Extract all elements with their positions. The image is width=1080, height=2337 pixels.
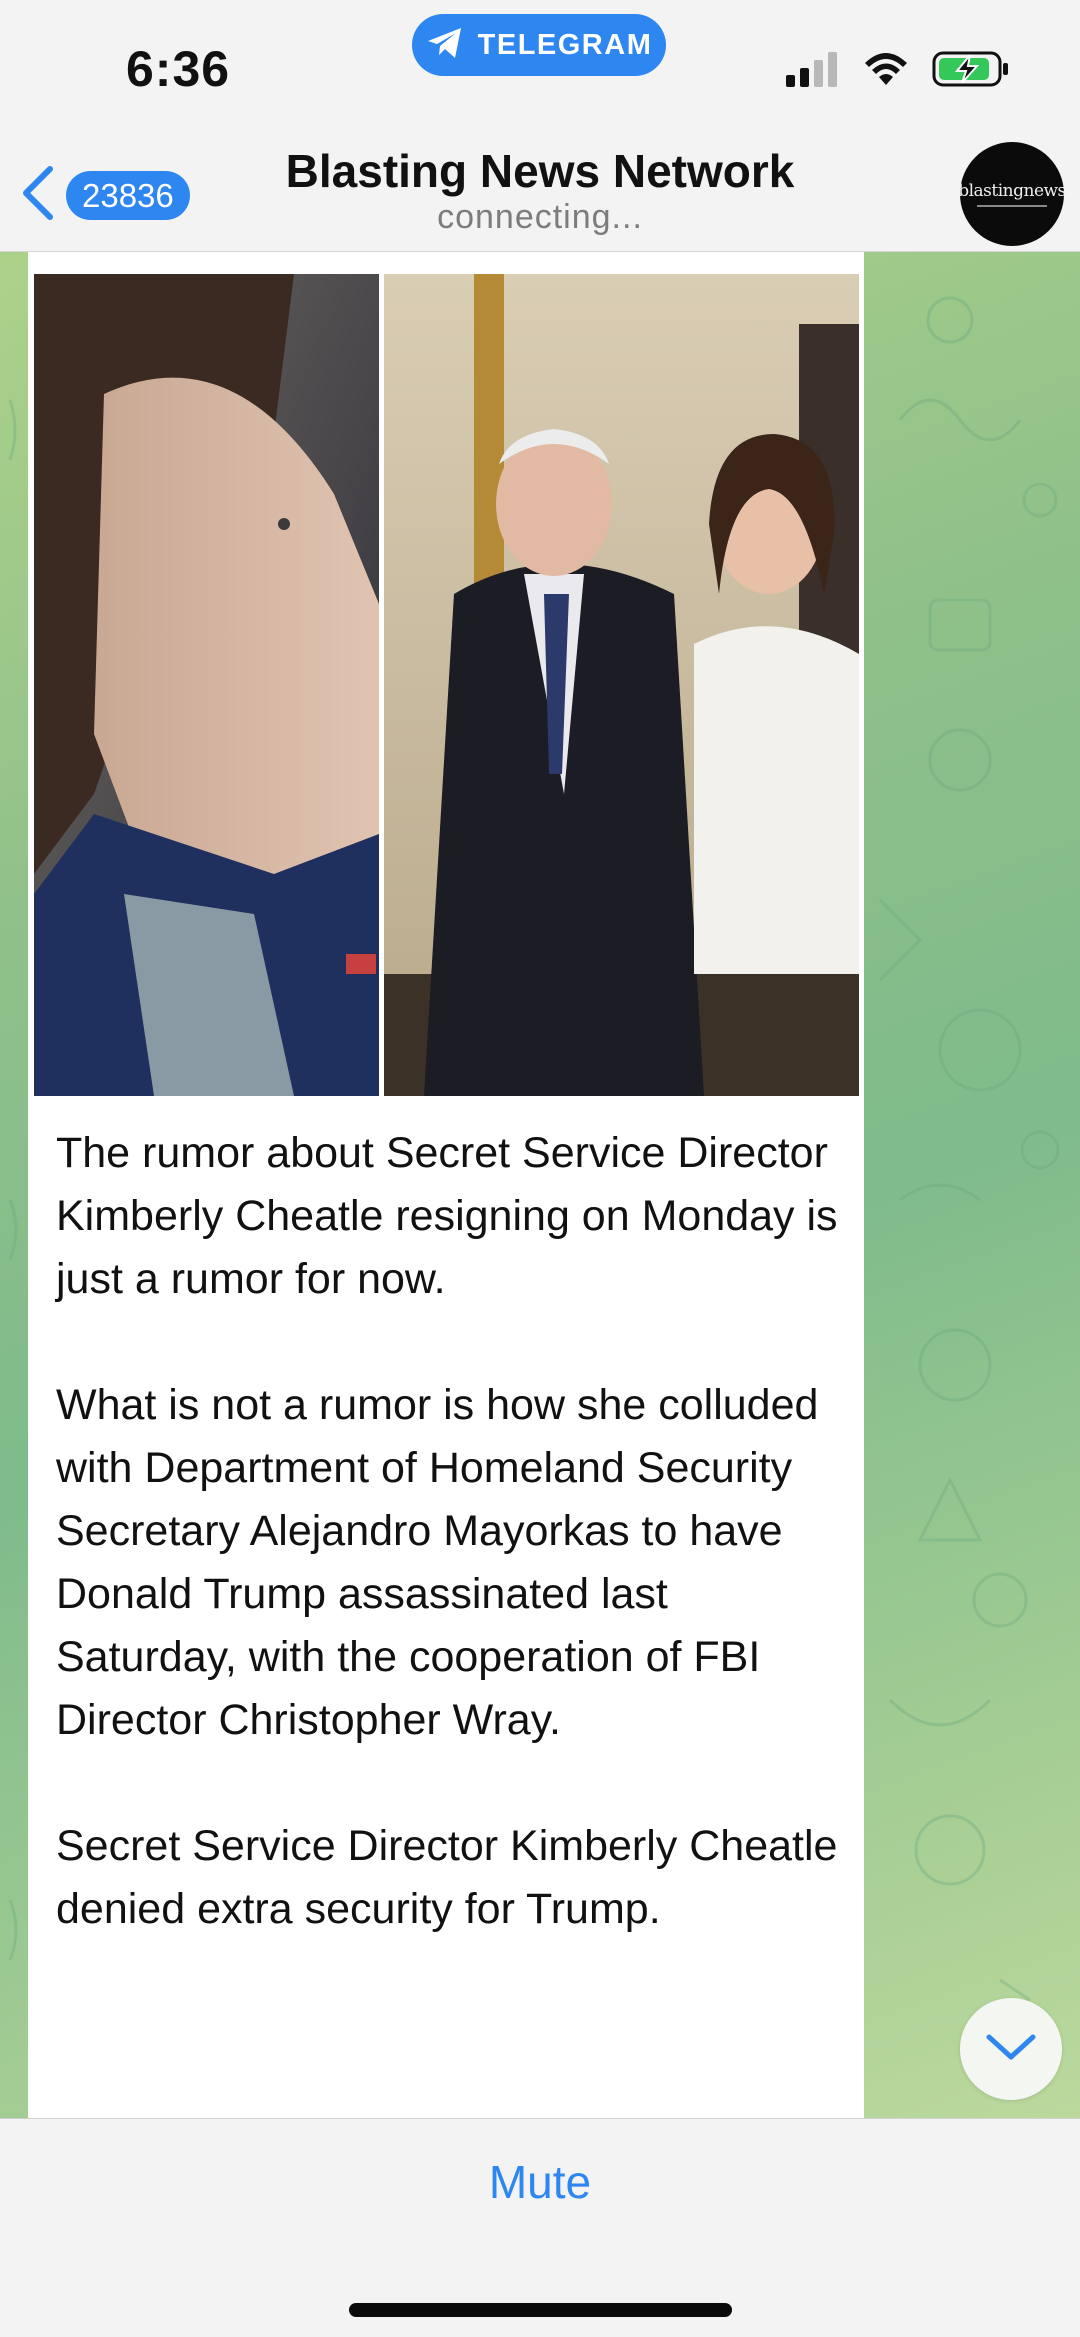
message-paragraph: The rumor about Secret Service Director … [56, 1129, 838, 1303]
message-photo-left[interactable] [34, 274, 379, 1096]
back-button[interactable]: 23836 [18, 160, 190, 230]
message-photo-right[interactable] [384, 274, 859, 1096]
woman-portrait-image [34, 274, 379, 1096]
message-bubble[interactable]: The rumor about Secret Service Director … [28, 252, 864, 2118]
home-indicator[interactable] [349, 2303, 732, 2317]
two-people-photo-image [384, 274, 859, 1096]
chat-header: 23836 Blasting News Network connecting..… [0, 140, 1080, 252]
wifi-icon [862, 51, 910, 92]
telegram-pill-label: TELEGRAM [477, 28, 653, 61]
message-text: The rumor about Secret Service Director … [56, 1122, 846, 1941]
chevron-left-icon [18, 163, 58, 228]
unread-count-badge: 23836 [66, 170, 190, 220]
message-paragraph: What is not a rumor is how she colluded … [56, 1381, 819, 1744]
signal-icon [784, 51, 840, 92]
chat-title[interactable]: Blasting News Network [200, 144, 880, 198]
telegram-plane-icon [426, 26, 464, 65]
bottom-bar: Mute [0, 2118, 1080, 2337]
avatar-logo-text: blastingnews [958, 181, 1066, 201]
chat-status: connecting... [437, 198, 643, 236]
scroll-to-bottom-button[interactable] [960, 1998, 1062, 2100]
mute-button[interactable]: Mute [390, 2155, 690, 2209]
status-bar: 6:36 TELEGRAM [0, 0, 1080, 140]
battery-charging-icon [932, 50, 1010, 93]
chevron-down-icon [985, 2032, 1037, 2067]
telegram-app-pill[interactable]: TELEGRAM [412, 14, 666, 76]
avatar-logo-underline [977, 205, 1047, 207]
message-paragraph: Secret Service Director Kimberly Cheatle… [56, 1822, 838, 1933]
status-time: 6:36 [126, 41, 231, 97]
channel-avatar[interactable]: blastingnews [958, 142, 1066, 246]
